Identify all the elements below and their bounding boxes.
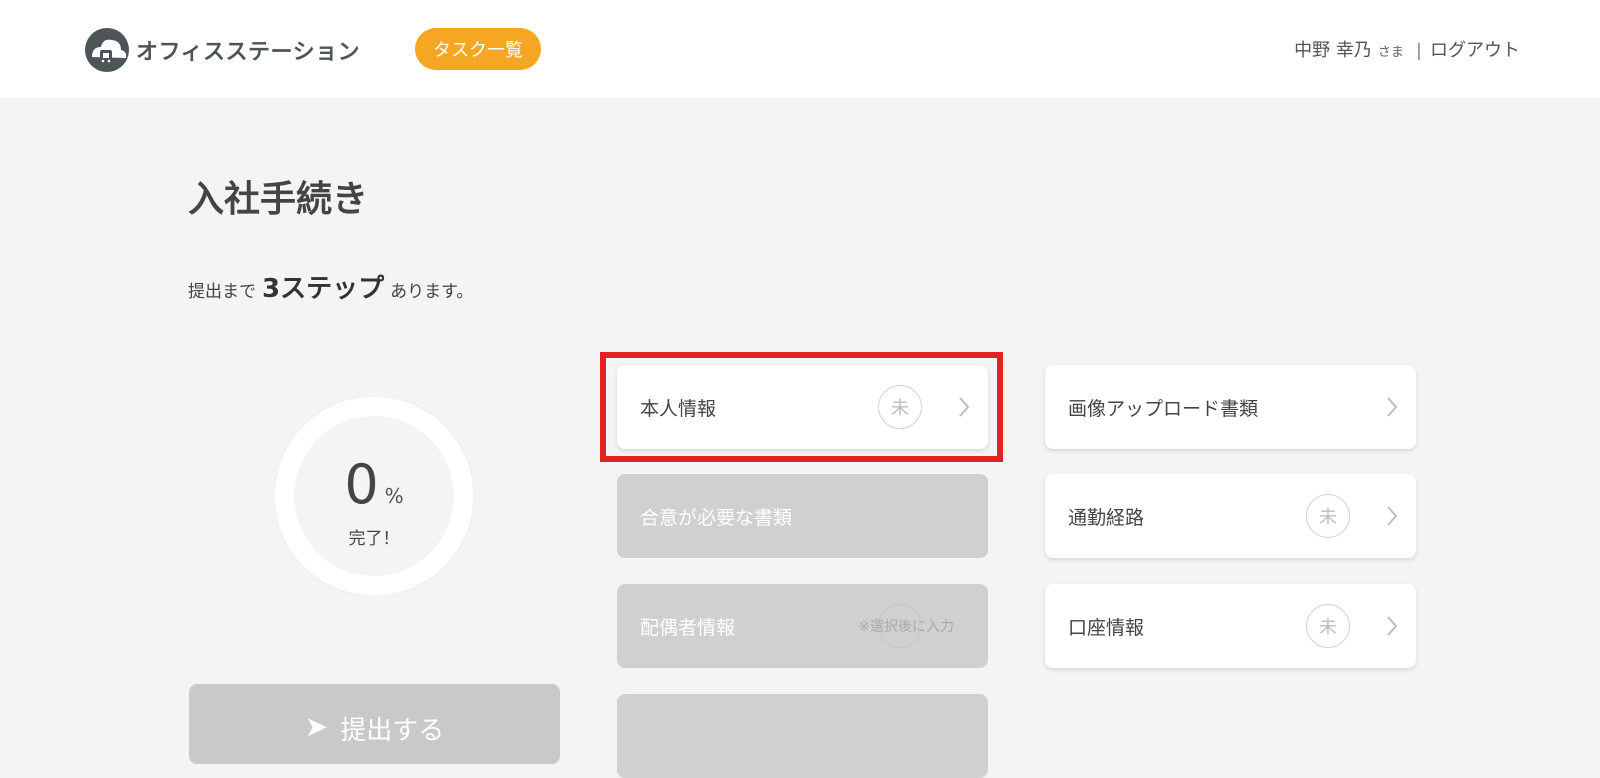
card-label: 本人情報 <box>640 397 717 420</box>
steps-prefix: 提出まで <box>188 282 256 302</box>
honorific: さま <box>1377 45 1404 60</box>
card-label: 配偶者情報 <box>640 616 736 639</box>
logo[interactable]: オフィスステーション <box>84 26 360 74</box>
card-label: 口座情報 <box>1068 616 1145 639</box>
chevron-right-icon <box>1387 616 1398 636</box>
cloud-logo-icon <box>85 28 129 72</box>
card-commute-route[interactable]: 通勤経路 未 <box>1045 474 1416 558</box>
chevron-right-icon <box>1387 506 1398 526</box>
progress-percent: 0 % <box>274 458 474 512</box>
progress-ring: 0 % 完了！ <box>274 396 474 596</box>
chevron-right-icon <box>1387 397 1398 417</box>
progress-caption: 完了！ <box>348 529 400 549</box>
submit-button[interactable]: ➤ 提出する <box>189 684 560 764</box>
card-image-upload[interactable]: 画像アップロード書類 <box>1045 365 1416 449</box>
user-name: 中野 幸乃 <box>1294 40 1372 61</box>
separator: | <box>1415 40 1422 61</box>
send-icon: ➤ <box>304 710 329 743</box>
logout-link[interactable]: ログアウト <box>1430 36 1520 62</box>
card-note: ※選択後に入力 <box>858 619 954 635</box>
page-title: 入社手続き <box>188 179 369 220</box>
status-badge: 未 <box>1306 494 1350 538</box>
user-area: 中野 幸乃 さま | ログアウト <box>1294 36 1520 62</box>
progress-unit: % <box>384 484 404 508</box>
submit-label: 提出する <box>340 716 445 746</box>
card-consent-documents: 合意が必要な書類 <box>617 474 988 558</box>
progress-value: 0 <box>344 453 379 516</box>
card-personal-info[interactable]: 本人情報 未 <box>617 365 988 449</box>
task-list-button[interactable]: タスク一覧 <box>415 28 541 70</box>
steps-suffix: あります。 <box>390 282 474 302</box>
card-label: 画像アップロード書類 <box>1068 397 1259 420</box>
status-badge: 未 <box>878 385 922 429</box>
header: オフィスステーション タスク一覧 中野 幸乃 さま | ログアウト <box>0 0 1600 98</box>
status-badge: 未 <box>1306 604 1350 648</box>
steps-count: 3ステップ <box>262 274 385 304</box>
steps-summary: 提出まで 3ステップ あります。 <box>188 268 473 305</box>
card-bank-account[interactable]: 口座情報 未 <box>1045 584 1416 668</box>
logo-text: オフィスステーション <box>136 40 361 65</box>
card-label: 合意が必要な書類 <box>640 506 793 529</box>
card-dependents <box>617 694 988 778</box>
card-spouse-info: 配偶者情報 ※選択後に入力 <box>617 584 988 668</box>
chevron-right-icon <box>959 397 970 417</box>
card-label: 通勤経路 <box>1068 506 1145 529</box>
